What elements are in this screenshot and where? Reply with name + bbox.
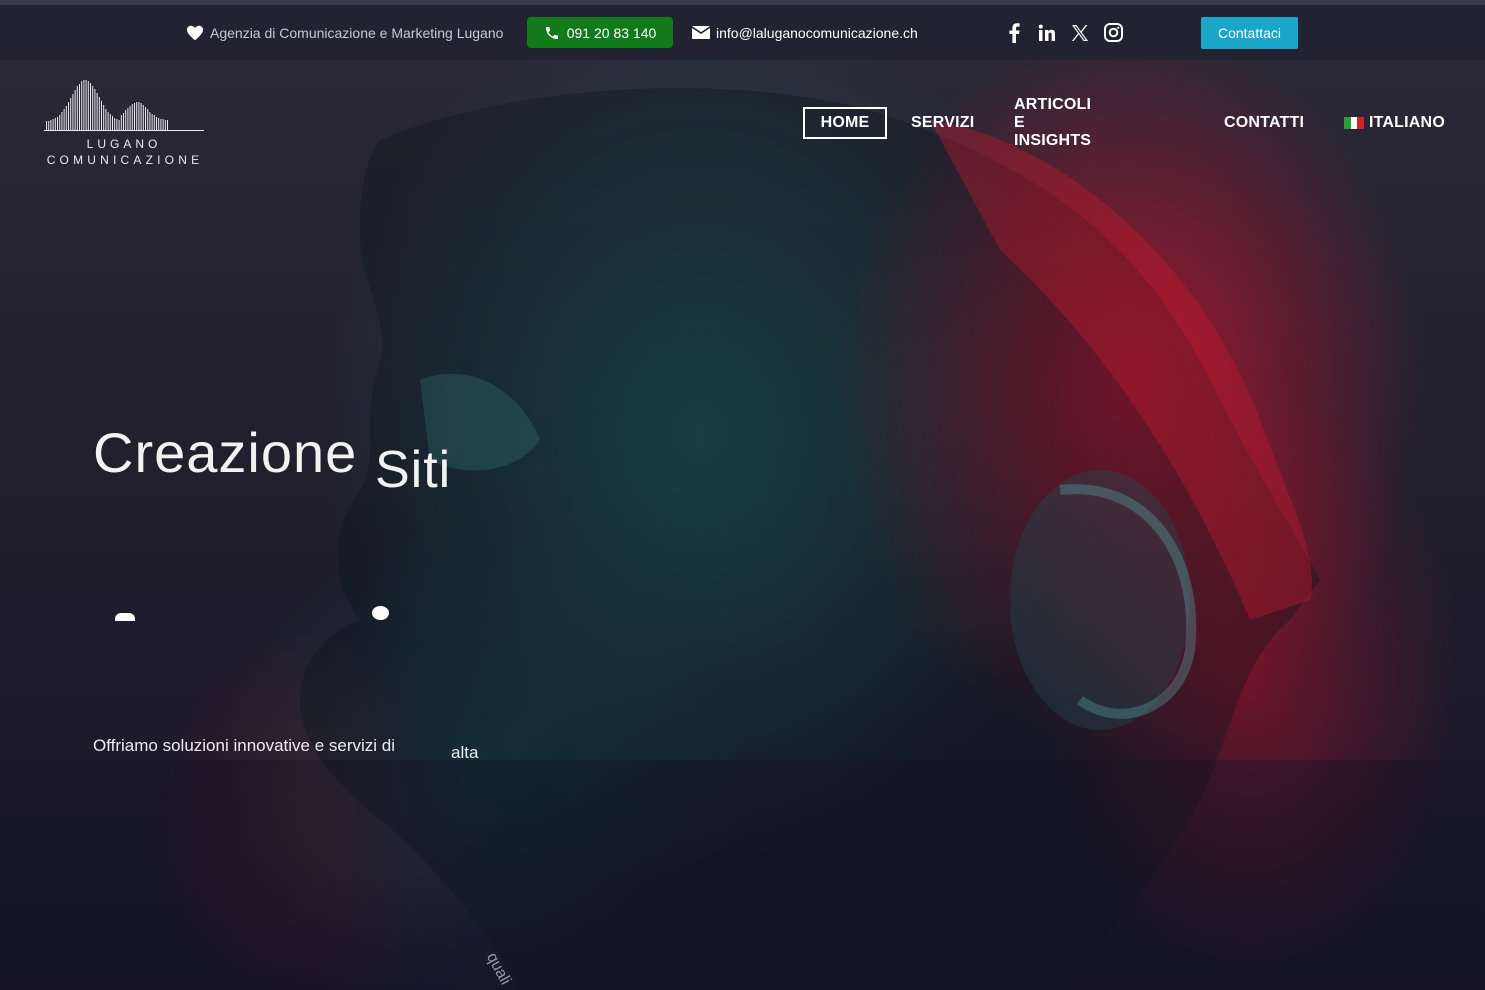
- page: Agenzia di Comunicazione e Marketing Lug…: [0, 0, 1485, 990]
- hero-subtitle-part1: Offriamo soluzioni innovative e servizi …: [93, 736, 396, 755]
- social-links: [1003, 5, 1135, 60]
- facebook-icon[interactable]: [1003, 22, 1025, 44]
- email-text: info@laluganocomunicazione.ch: [716, 24, 918, 41]
- animated-dot: [372, 606, 389, 620]
- phone-number: 091 20 83 140: [566, 24, 657, 41]
- tagline: Agenzia di Comunicazione e Marketing Lug…: [186, 5, 503, 60]
- animated-letter-fragment: [115, 613, 135, 621]
- envelope-icon: [692, 26, 710, 39]
- nav-language[interactable]: ITALIANO: [1344, 107, 1445, 139]
- phone-icon: [545, 26, 558, 39]
- hero-subtitle-part2: alta: [451, 743, 479, 762]
- logo-line1: LUGANO: [86, 137, 162, 151]
- site-logo[interactable]: LUGANO COMUNICAZIONE: [44, 80, 206, 170]
- logo-line2: COMUNICAZIONE: [46, 153, 204, 167]
- nav-contatti[interactable]: CONTATTI: [1224, 107, 1304, 139]
- nav-servizi[interactable]: SERVIZI: [911, 107, 974, 139]
- email-link[interactable]: info@laluganocomunicazione.ch: [692, 5, 918, 60]
- x-icon[interactable]: [1069, 22, 1091, 44]
- hero-background: [0, 60, 1485, 990]
- heart-icon: [187, 25, 203, 40]
- hero-portrait-image: [0, 88, 1485, 990]
- contact-button[interactable]: Contattaci: [1201, 17, 1298, 49]
- linkedin-icon[interactable]: [1036, 22, 1058, 44]
- logo-skyline-icon: [44, 80, 204, 131]
- hero-title-word2: Siti: [375, 441, 452, 499]
- top-bar: Agenzia di Comunicazione e Marketing Lug…: [0, 5, 1485, 60]
- nav-language-label: ITALIANO: [1369, 114, 1445, 131]
- italy-flag-icon: [1344, 117, 1365, 129]
- hero-title-word1: Creazione: [93, 421, 358, 484]
- tagline-text: Agenzia di Comunicazione e Marketing Lug…: [210, 24, 504, 41]
- phone-button[interactable]: 091 20 83 140: [527, 17, 673, 48]
- nav-home[interactable]: HOME: [803, 107, 887, 139]
- nav-articoli[interactable]: ARTICOLI E INSIGHTS: [1014, 96, 1091, 149]
- instagram-icon[interactable]: [1102, 22, 1124, 44]
